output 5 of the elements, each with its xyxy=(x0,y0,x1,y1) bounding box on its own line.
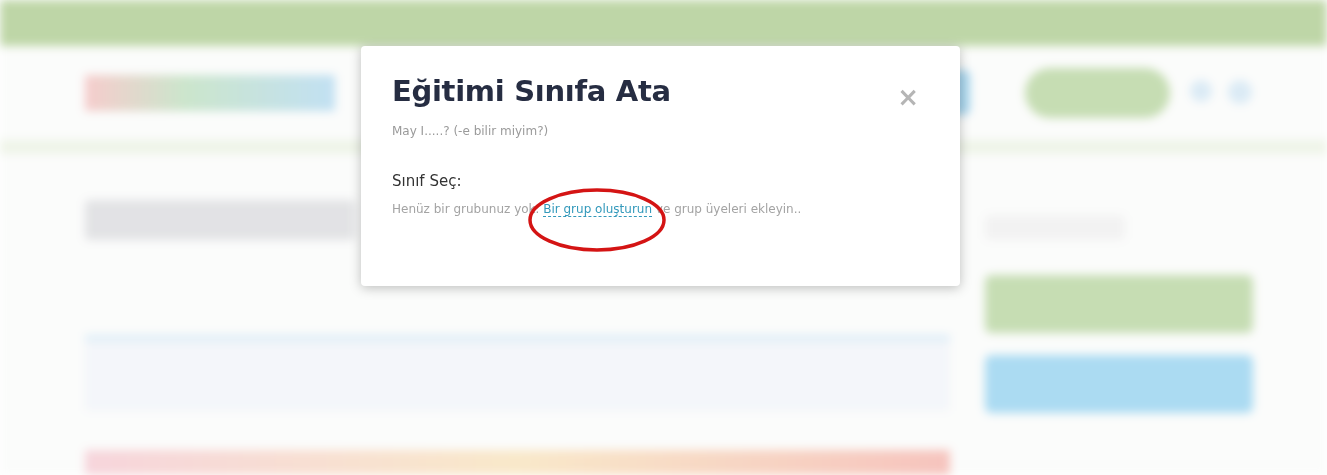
dialog-subtitle: May I.....? (-e bilir miyim?) xyxy=(392,124,550,138)
dialog-title: Eğitimi Sınıfa Ata xyxy=(392,74,671,108)
create-group-link[interactable]: Bir grup oluşturun xyxy=(543,202,653,217)
section-label: Sınıf Seç: xyxy=(392,172,463,190)
close-button[interactable]: × xyxy=(897,84,919,110)
